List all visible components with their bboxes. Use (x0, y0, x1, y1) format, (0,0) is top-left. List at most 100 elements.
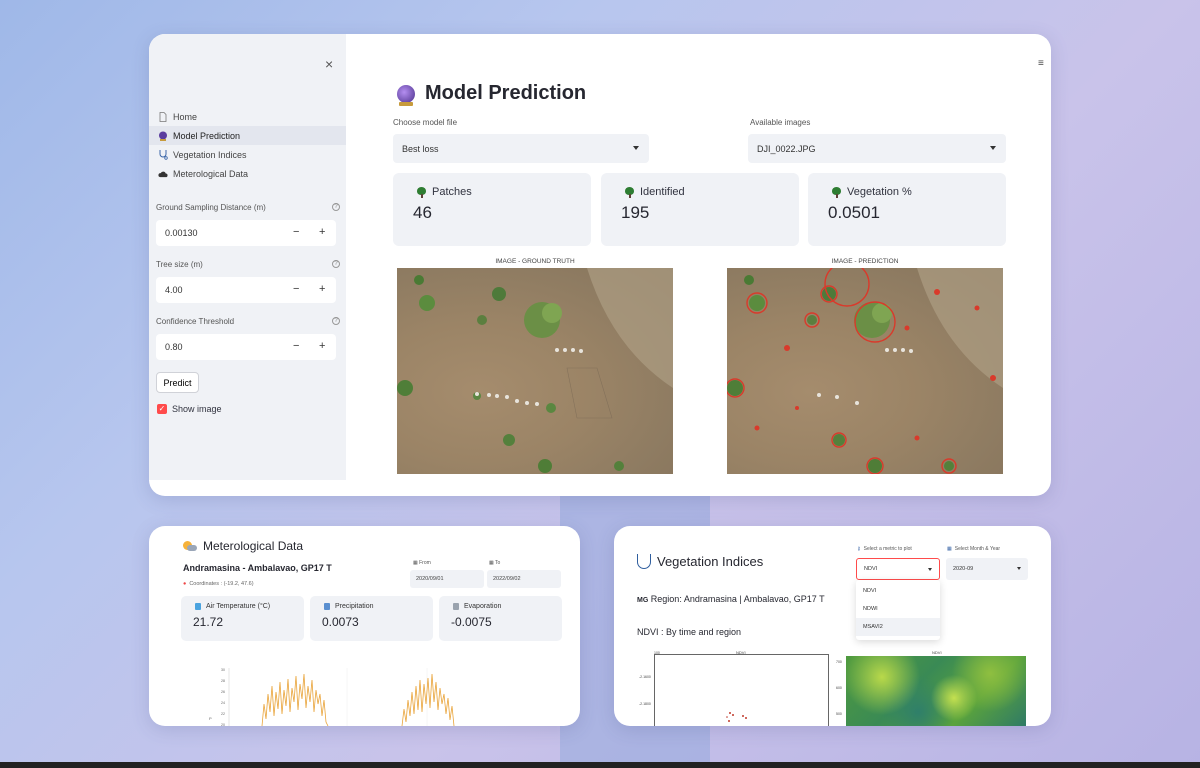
model-select[interactable]: Best loss (393, 134, 649, 163)
metric-air-temperature: Air Temperature (°C) 21.72 (181, 596, 304, 641)
y-tick-label: 20 (221, 723, 225, 726)
page-title: Model Prediction (397, 82, 586, 106)
ndvi-scatter-plot (654, 654, 829, 726)
from-date-input[interactable]: 2020/09/01 (410, 570, 484, 588)
increment-button[interactable]: + (319, 226, 325, 238)
sidebar-nav: Home Model Prediction Vegetation Indices… (149, 107, 346, 183)
droplet-icon (324, 603, 330, 610)
pin-icon: ● (183, 581, 187, 587)
show-image-checkbox[interactable]: ✓ Show image (157, 404, 222, 414)
tree-icon (625, 186, 634, 198)
gsd-value: 0.00130 (165, 228, 198, 238)
caret-down-icon (990, 146, 996, 150)
image-select[interactable]: DJI_0022.JPG (748, 134, 1006, 163)
calendar-icon: ▦ (947, 546, 952, 552)
sidebar-item-vegetation-indices[interactable]: Vegetation Indices (149, 145, 346, 164)
month-select[interactable]: 2020-09 (946, 558, 1028, 580)
y-tick-label: 24 (221, 701, 225, 705)
ground-truth-title: IMAGE - GROUND TRUTH (495, 258, 575, 265)
thermometer-icon (195, 603, 201, 610)
metric-vegetation: Vegetation % 0.0501 (808, 173, 1006, 246)
tree-size-input[interactable]: 4.00 − + (156, 277, 336, 303)
sidebar-item-home[interactable]: Home (149, 107, 346, 126)
help-icon[interactable]: ? (332, 260, 340, 268)
model-prediction-window: × Home Model Prediction Vegetation Indic… (149, 34, 1051, 496)
show-image-label: Show image (172, 404, 222, 414)
metric-precipitation: Precipitation 0.0073 (310, 596, 433, 641)
metric-value: 0.0073 (322, 615, 359, 629)
metric-select[interactable]: NDVI (856, 558, 940, 580)
metric-dropdown: NDVI NDWI MSAVI2 (856, 580, 940, 640)
sidebar: × Home Model Prediction Vegetation Indic… (149, 34, 346, 480)
close-sidebar-button[interactable]: × (325, 56, 333, 72)
help-icon[interactable]: ? (332, 317, 340, 325)
dropdown-option-ndwi[interactable]: NDWI (856, 600, 940, 618)
sidebar-item-label: Vegetation Indices (173, 149, 247, 160)
meteorological-data-card: Meterological Data Andramasina - Ambalav… (149, 526, 580, 726)
bottom-bar (0, 762, 1200, 768)
vegetation-indices-card: Vegetation Indices MG Region: Andramasin… (614, 526, 1051, 726)
caret-down-icon (633, 146, 639, 150)
y-axis-label: P (209, 716, 212, 721)
caret-down-icon (1017, 567, 1021, 570)
temperature-series-2 (401, 673, 455, 726)
metric-identified: Identified 195 (601, 173, 799, 246)
sidebar-item-meterological-data[interactable]: Meterological Data (149, 164, 346, 183)
ground-truth-image (397, 268, 673, 474)
dropdown-option-ndvi[interactable]: NDVI (856, 582, 940, 600)
tree-size-field: Tree size (m) ? 4.00 − + (156, 260, 344, 303)
met-location: Andramasina - Ambalavao, GP17 T (183, 563, 332, 573)
tree-icon (417, 186, 426, 198)
flag-mg-icon: MG (637, 597, 649, 604)
help-icon[interactable]: ? (332, 203, 340, 211)
tree-icon (832, 186, 841, 198)
sidebar-item-label: Meterological Data (173, 168, 249, 179)
evaporation-icon (453, 603, 459, 610)
y-tick-label: 26 (221, 690, 225, 694)
caret-down-icon (928, 568, 932, 571)
to-label: ▦ To (489, 560, 501, 566)
confidence-value: 0.80 (165, 342, 183, 352)
temperature-chart: 30 28 26 24 22 20 P (209, 668, 455, 726)
crystal-ball-icon (158, 131, 168, 141)
left-axis-label: -2.1600 (639, 675, 651, 679)
gsd-input[interactable]: 0.00130 − + (156, 220, 336, 246)
metric-value: -0.0075 (451, 615, 492, 629)
decrement-button[interactable]: − (293, 283, 299, 295)
veg-region: MG Region: Andramasina | Ambalavao, GP17… (637, 594, 825, 604)
key-icon: ⚷ (857, 546, 861, 552)
met-coordinates: ● Coordinates : (-19.2, 47.6) (183, 581, 254, 587)
increment-button[interactable]: + (319, 283, 325, 295)
confidence-label: Confidence Threshold (156, 317, 235, 326)
sidebar-item-label: Home (173, 111, 198, 122)
metric-value: 21.72 (193, 615, 224, 629)
veg-title: Vegetation Indices (637, 554, 763, 569)
metric-value: 46 (413, 203, 432, 222)
sidebar-item-label: Model Prediction (173, 130, 241, 141)
predict-button[interactable]: Predict (156, 372, 199, 393)
image-select-label: Available images (750, 118, 811, 127)
hamburger-menu-icon[interactable]: ≡ (1038, 58, 1044, 69)
decrement-button[interactable]: − (293, 340, 299, 352)
right-plot-title: NDVI (932, 650, 942, 655)
confidence-field: Confidence Threshold ? 0.80 − + (156, 317, 344, 360)
stethoscope-icon (158, 150, 168, 160)
confidence-input[interactable]: 0.80 − + (156, 334, 336, 360)
metric-value: 0.0501 (828, 203, 880, 222)
prediction-image (727, 268, 1003, 474)
sidebar-item-model-prediction[interactable]: Model Prediction (149, 126, 346, 145)
ndvi-heading: NDVI : By time and region (637, 627, 742, 637)
right-axis-label: 500 (836, 712, 842, 716)
dropdown-option-msavi2[interactable]: MSAVI2 (856, 618, 940, 636)
right-axis-label: 700 (836, 660, 842, 664)
tree-size-label: Tree size (m) (156, 260, 203, 269)
to-date-input[interactable]: 2022/09/02 (487, 570, 561, 588)
sun-behind-cloud-icon (183, 540, 197, 552)
decrement-button[interactable]: − (293, 226, 299, 238)
y-tick-label: 28 (221, 679, 225, 683)
crystal-ball-icon (397, 84, 415, 106)
from-label: ▦ From (413, 560, 431, 566)
metric-select-label: ⚷ Select a metric to plot (857, 546, 912, 552)
increment-button[interactable]: + (319, 340, 325, 352)
metric-evaporation: Evaporation -0.0075 (439, 596, 562, 641)
